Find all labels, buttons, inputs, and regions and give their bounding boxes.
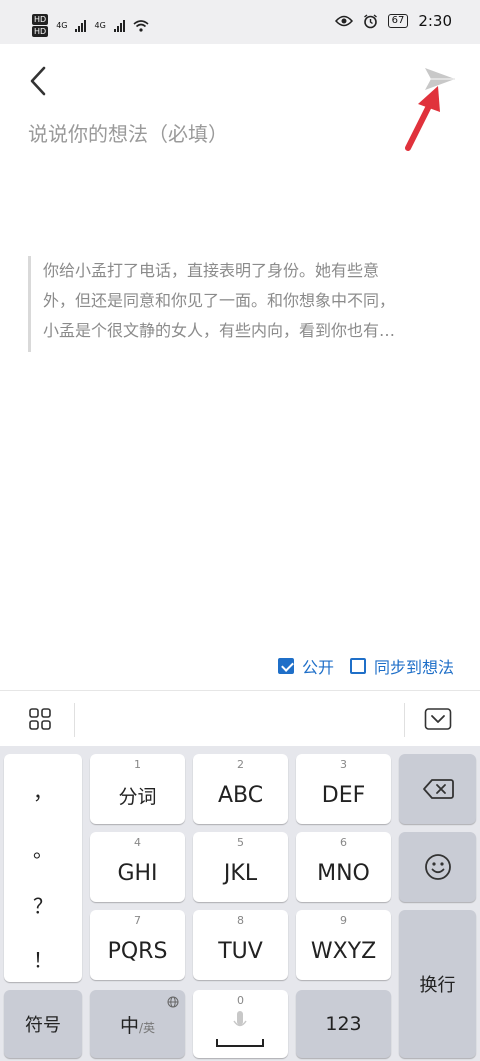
network-type-2: 4G (94, 21, 106, 30)
signal-bars-icon (75, 19, 87, 32)
sync-option[interactable]: 同步到想法 (349, 654, 454, 678)
enter-label: 换行 (419, 975, 456, 996)
sync-checkbox[interactable] (349, 658, 366, 674)
key-number: 2 (237, 758, 244, 771)
backspace-key[interactable] (399, 754, 476, 824)
network-type: 4G (56, 21, 68, 30)
key-label: PQRS (107, 938, 168, 964)
hide-keyboard-icon[interactable] (424, 707, 452, 731)
battery-level: 67 (387, 14, 409, 28)
keyboard-toolbar (0, 690, 480, 747)
key-4[interactable]: 4 GHI (90, 832, 185, 902)
public-checkbox[interactable] (277, 658, 294, 674)
key-number: 9 (340, 914, 347, 927)
smiley-icon (424, 854, 451, 880)
toolbar-divider (74, 703, 75, 737)
clock: 2:30 (418, 12, 452, 30)
key-number: 6 (340, 836, 347, 849)
numbers-label: 123 (325, 1013, 362, 1035)
status-right: 67 2:30 (334, 12, 452, 30)
back-icon[interactable] (26, 64, 50, 98)
public-option[interactable]: 公开 (277, 654, 334, 678)
punct-period-key[interactable]: 。 (4, 834, 82, 863)
lang-alt: /英 (138, 1020, 156, 1035)
backspace-icon (422, 779, 454, 799)
symbols-label: 符号 (25, 1015, 61, 1036)
punct-exclaim-key[interactable]: ！ (4, 944, 82, 973)
key-label: MNO (317, 860, 370, 886)
hd-badge: HD (32, 14, 49, 25)
key-number: 0 (237, 994, 244, 1007)
key-7[interactable]: 7 PQRS (90, 910, 185, 980)
numbers-key[interactable]: 123 (296, 990, 391, 1058)
quote-line: 小孟是个很文静的女人，有些内向，看到你也有… (43, 321, 396, 340)
symbols-key[interactable]: 符号 (4, 990, 82, 1058)
microphone-icon (233, 1011, 247, 1027)
lang-main: 中 (119, 1014, 139, 1037)
key-number: 1 (134, 758, 141, 771)
status-bar: HD HD 4G 4G 67 2:30 (0, 0, 480, 44)
thought-input[interactable]: 说说你的想法（必填） (28, 118, 448, 147)
space-key[interactable]: 0 (193, 990, 288, 1058)
enter-key[interactable]: 换行 (399, 910, 476, 1058)
public-label: 公开 (301, 658, 334, 677)
language-key[interactable]: 中 /英 (90, 990, 185, 1058)
key-9[interactable]: 9 WXYZ (296, 910, 391, 980)
key-label: GHI (117, 860, 158, 886)
key-number: 8 (237, 914, 244, 927)
signal-1: HD HD (32, 14, 49, 37)
wifi-icon (133, 19, 149, 32)
quoted-excerpt: 你给小孟打了电话，直接表明了身份。她有些意 外，但还是同意和你见了一面。和你想象… (28, 256, 450, 352)
key-8[interactable]: 8 TUV (193, 910, 288, 980)
punctuation-column[interactable]: ， 。 ？ ！ (4, 754, 82, 982)
alarm-icon (363, 13, 377, 28)
keyboard: ， 。 ？ ！ 1 分词 2 ABC 3 DEF 4 GHI 5 JKL 6 M… (0, 746, 480, 1061)
post-options: 公开 同步到想法 (277, 654, 454, 678)
key-label: TUV (218, 938, 263, 964)
key-3[interactable]: 3 DEF (296, 754, 391, 824)
key-5[interactable]: 5 JKL (193, 832, 288, 902)
grid-menu-icon[interactable] (28, 707, 52, 731)
punct-comma-key[interactable]: ， (4, 776, 82, 805)
sync-label: 同步到想法 (373, 658, 454, 677)
status-left: HD HD 4G 4G (32, 14, 149, 37)
key-label: JKL (223, 860, 258, 886)
signal-bars-icon-2 (113, 19, 125, 32)
key-label: ABC (217, 782, 264, 808)
key-1[interactable]: 1 分词 (90, 754, 185, 824)
eye-icon (334, 15, 353, 27)
punct-question-key[interactable]: ？ (4, 890, 82, 919)
quote-line: 你给小孟打了电话，直接表明了身份。她有些意 (43, 261, 380, 280)
quote-line: 外，但还是同意和你见了一面。和你想象中不同， (43, 291, 396, 310)
key-number: 3 (340, 758, 347, 771)
key-number: 5 (237, 836, 244, 849)
key-label: DEF (321, 782, 366, 808)
emoji-key[interactable] (399, 832, 476, 902)
globe-icon (167, 996, 179, 1008)
key-number: 4 (134, 836, 141, 849)
key-label: 分词 (118, 785, 157, 808)
key-2[interactable]: 2 ABC (193, 754, 288, 824)
key-6[interactable]: 6 MNO (296, 832, 391, 902)
space-bar-icon (216, 1039, 264, 1047)
toolbar-divider (404, 703, 405, 737)
key-number: 7 (134, 914, 141, 927)
hd-badge-2: HD (32, 26, 49, 37)
key-label: WXYZ (310, 938, 377, 964)
